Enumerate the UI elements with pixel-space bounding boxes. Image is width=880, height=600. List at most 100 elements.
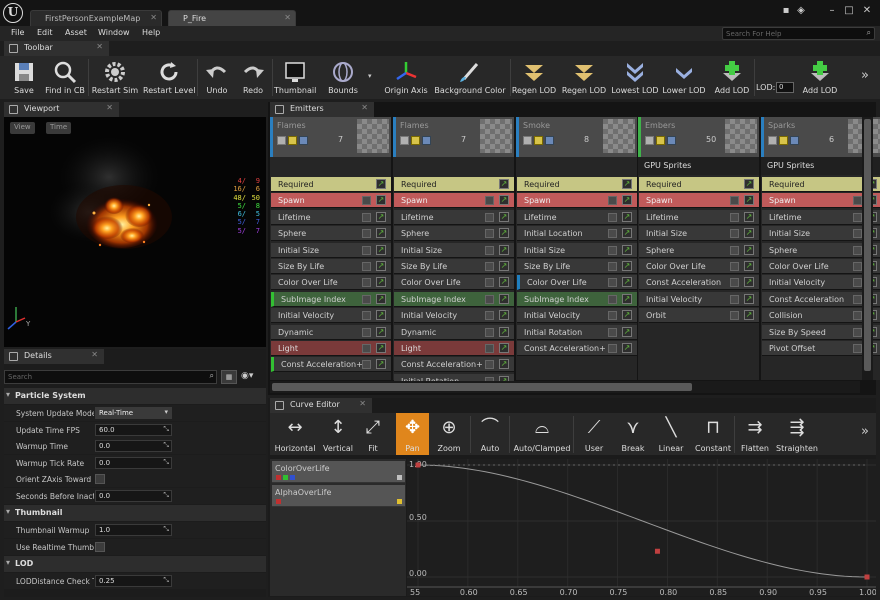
section-lod[interactable]: LOD bbox=[4, 556, 266, 572]
module-size-by-life[interactable]: Size By Life ↗ bbox=[517, 259, 637, 274]
curve-toggle-icon[interactable]: ↗ bbox=[376, 343, 386, 353]
curve-toggle-icon[interactable]: ↗ bbox=[376, 195, 386, 206]
module-size-by-life[interactable]: Size By Life ↗ bbox=[271, 259, 391, 274]
property-number[interactable]: 1.0 ⤡ bbox=[95, 524, 172, 536]
curve-toggle-icon[interactable]: ↗ bbox=[499, 228, 509, 239]
curve-toggle-icon[interactable]: ↗ bbox=[622, 211, 632, 222]
restart-level-button[interactable]: Restart Level bbox=[143, 56, 195, 99]
module-sphere[interactable]: Sphere ↗ bbox=[271, 226, 391, 242]
tab-p-fire[interactable]: P_Fire ✕ bbox=[168, 10, 296, 26]
property-number[interactable]: 0.25 ⤡ bbox=[95, 575, 172, 587]
bounds-dropdown-icon[interactable]: ▾ bbox=[368, 72, 372, 80]
module-color-over-life[interactable]: Color Over Life ↗ bbox=[271, 275, 391, 291]
background-color-button[interactable]: Background Color bbox=[432, 56, 508, 99]
close-icon[interactable]: ✕ bbox=[284, 13, 291, 22]
curve-item-coloroverlife[interactable]: ColorOverLife bbox=[272, 461, 405, 483]
module-enable-checkbox[interactable] bbox=[608, 196, 617, 206]
module-enable-checkbox[interactable] bbox=[730, 311, 739, 321]
enable-checkbox[interactable] bbox=[400, 136, 409, 145]
details-panel-tab[interactable]: Details ✕ bbox=[4, 349, 104, 364]
property-number[interactable]: 0.0 ⤡ bbox=[95, 489, 172, 502]
module-enable-checkbox[interactable] bbox=[485, 327, 494, 337]
module-spawn[interactable]: Spawn ↗ bbox=[271, 193, 391, 209]
straighten-button[interactable]: ⇶ Straighten bbox=[775, 413, 819, 455]
source-control-icon[interactable]: ◈ bbox=[795, 6, 807, 16]
curve-toggle-icon[interactable]: ↗ bbox=[622, 179, 632, 189]
module-enable-checkbox[interactable] bbox=[608, 229, 617, 239]
curve-toggle-icon[interactable]: ↗ bbox=[499, 326, 509, 337]
module-enable-checkbox[interactable] bbox=[362, 212, 371, 222]
curve-key[interactable] bbox=[864, 574, 870, 580]
help-search-input[interactable]: Search For Help ⌕ bbox=[722, 27, 875, 40]
module-spawn[interactable]: Spawn ↗ bbox=[394, 193, 514, 209]
property-checkbox[interactable] bbox=[95, 474, 105, 484]
add-lod-button[interactable]: Add LOD bbox=[798, 56, 842, 99]
curve-toggle-icon[interactable]: ↗ bbox=[499, 277, 509, 288]
user-button[interactable]: ⟋ User bbox=[576, 413, 612, 455]
curve-toggle-icon[interactable]: ↗ bbox=[622, 195, 632, 206]
restart-sim-button[interactable]: Restart Sim bbox=[90, 56, 140, 99]
fit-button[interactable]: ⤢ Fit bbox=[357, 413, 389, 455]
bounds-button[interactable]: Bounds bbox=[321, 56, 365, 99]
module-initial-size[interactable]: Initial Size ↗ bbox=[639, 226, 759, 242]
module-dynamic[interactable]: Dynamic ↗ bbox=[394, 324, 514, 340]
module-required[interactable]: Required ↗ bbox=[394, 177, 514, 192]
flatten-button[interactable]: ⇉ Flatten bbox=[737, 413, 773, 455]
close-icon[interactable]: ✕ bbox=[106, 103, 113, 112]
enable-checkbox[interactable] bbox=[277, 136, 286, 145]
module-enable-checkbox[interactable] bbox=[853, 278, 862, 288]
tab-map[interactable]: FirstPersonExampleMap ✕ bbox=[30, 10, 162, 26]
add-lod-button[interactable]: Add LOD bbox=[712, 56, 752, 99]
curve-toggle-icon[interactable]: ↗ bbox=[744, 228, 754, 239]
module-lifetime[interactable]: Lifetime ↗ bbox=[517, 209, 637, 225]
channel-toggle[interactable] bbox=[290, 475, 295, 480]
module-required[interactable]: Required ↗ bbox=[639, 177, 759, 192]
curve-toggle-icon[interactable]: ↗ bbox=[376, 179, 386, 189]
grid-view-icon[interactable]: ▦ bbox=[221, 370, 237, 384]
channel-toggle[interactable] bbox=[276, 499, 281, 504]
module-initial-velocity[interactable]: Initial Velocity ↗ bbox=[394, 308, 514, 324]
curve-toggle-icon[interactable]: ↗ bbox=[376, 277, 386, 288]
curve-toggle-icon[interactable]: ↗ bbox=[622, 326, 632, 337]
module-const-acceleration-[interactable]: Const Acceleration+ ↗ bbox=[394, 357, 514, 373]
curve-toggle-icon[interactable]: ↗ bbox=[622, 244, 632, 255]
linear-button[interactable]: ╲ Linear bbox=[652, 413, 690, 455]
module-const-acceleration-[interactable]: Const Acceleration+ ↗ bbox=[517, 341, 637, 356]
enable-checkbox[interactable] bbox=[523, 136, 532, 145]
module-enable-checkbox[interactable] bbox=[485, 262, 494, 271]
module-initial-velocity[interactable]: Initial Velocity ↗ bbox=[271, 308, 391, 324]
auto-clamped-button[interactable]: ⌓ Auto/Clamped bbox=[511, 413, 573, 455]
module-enable-checkbox[interactable] bbox=[485, 245, 494, 255]
curve-toggle-icon[interactable]: ↗ bbox=[376, 211, 386, 222]
module-enable-checkbox[interactable] bbox=[362, 294, 371, 304]
module-enable-checkbox[interactable] bbox=[853, 212, 862, 222]
module-enable-checkbox[interactable] bbox=[853, 294, 862, 304]
module-enable-checkbox[interactable] bbox=[485, 278, 494, 288]
section-thumbnail[interactable]: Thumbnail bbox=[4, 505, 266, 521]
module-enable-checkbox[interactable] bbox=[730, 196, 739, 206]
module-const-acceleration[interactable]: Const Acceleration ↗ bbox=[639, 275, 759, 291]
emitter-header[interactable]: Embers 50 bbox=[638, 117, 759, 157]
find-in-cb-button[interactable]: Find in CB bbox=[44, 56, 86, 99]
curve-toggle-icon[interactable]: ↗ bbox=[744, 211, 754, 222]
curve-toggle-icon[interactable]: ↗ bbox=[499, 195, 509, 206]
property-checkbox[interactable] bbox=[95, 541, 105, 552]
curve-toggle-icon[interactable]: ↗ bbox=[376, 310, 386, 321]
curve-toggle-icon[interactable]: ↗ bbox=[376, 244, 386, 255]
regen-lod-button[interactable]: Regen LOD bbox=[509, 56, 559, 99]
property-number[interactable]: 0.0 ⤡ bbox=[95, 440, 172, 452]
module-sphere[interactable]: Sphere ↗ bbox=[639, 242, 759, 258]
module-enable-checkbox[interactable] bbox=[853, 311, 862, 321]
lowest-lod-button[interactable]: Lowest LOD bbox=[610, 56, 660, 99]
curve-toggle-icon[interactable]: ↗ bbox=[376, 228, 386, 239]
curve-toggle-icon[interactable]: ↗ bbox=[744, 244, 754, 255]
break-button[interactable]: ⋎ Break bbox=[616, 413, 650, 455]
curve-graph[interactable]: 1.00 0.50 0.00 55 0.60 0.65 0.70 0.75 0.80 0.85 0.… bbox=[407, 459, 877, 597]
curve-toggle-icon[interactable]: ↗ bbox=[499, 293, 509, 304]
solo-toggle[interactable] bbox=[656, 136, 665, 145]
module-enable-checkbox[interactable] bbox=[485, 360, 494, 370]
close-icon[interactable]: ✕ bbox=[91, 350, 98, 359]
minimize-icon[interactable]: – bbox=[826, 6, 838, 16]
module-color-over-life[interactable]: Color Over Life ↗ bbox=[517, 275, 637, 291]
module-enable-checkbox[interactable] bbox=[362, 327, 371, 337]
